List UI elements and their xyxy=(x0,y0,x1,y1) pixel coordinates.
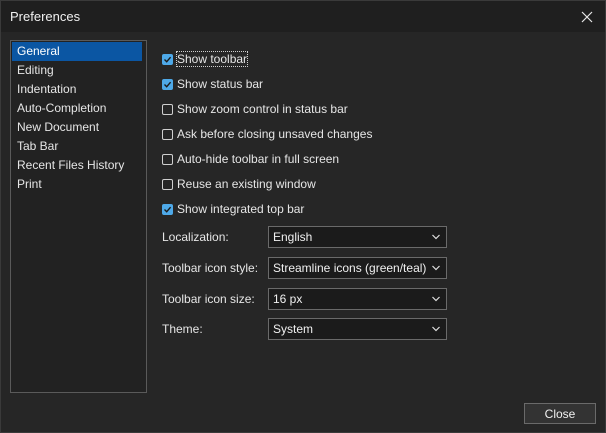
close-window-button[interactable] xyxy=(572,1,602,32)
sidebar-item-label: Indentation xyxy=(17,82,77,96)
sidebar-item-general[interactable]: General xyxy=(12,42,142,61)
show-integrated-top-bar-option[interactable]: Show integrated top bar xyxy=(162,199,304,219)
sidebar-item-label: General xyxy=(17,44,60,58)
toolbar-icon-style-value: Streamline icons (green/teal) xyxy=(273,261,427,275)
sidebar-item-recent-files-history[interactable]: Recent Files History xyxy=(11,156,146,175)
close-button[interactable]: Close xyxy=(524,403,596,424)
show-toolbar-checkbox[interactable] xyxy=(162,53,173,65)
chevron-down-icon xyxy=(432,296,440,302)
reuse-window-option[interactable]: Reuse an existing window xyxy=(162,174,316,194)
category-list[interactable]: General Editing Indentation Auto-Complet… xyxy=(10,40,147,393)
ask-before-closing-checkbox[interactable] xyxy=(162,128,173,140)
chevron-down-icon xyxy=(432,326,440,332)
sidebar-item-new-document[interactable]: New Document xyxy=(11,118,146,137)
theme-label: Theme: xyxy=(162,322,203,336)
localization-value: English xyxy=(273,230,313,244)
title-bar: Preferences xyxy=(1,1,605,32)
toolbar-icon-size-select[interactable]: 16 px xyxy=(268,288,447,310)
show-toolbar-option[interactable]: Show toolbar xyxy=(162,49,249,69)
sidebar-item-tab-bar[interactable]: Tab Bar xyxy=(11,137,146,156)
show-status-bar-checkbox[interactable] xyxy=(162,78,173,90)
show-toolbar-label[interactable]: Show toolbar xyxy=(175,51,249,67)
auto-hide-toolbar-checkbox[interactable] xyxy=(162,153,173,165)
show-zoom-control-option[interactable]: Show zoom control in status bar xyxy=(162,99,348,119)
auto-hide-toolbar-option[interactable]: Auto-hide toolbar in full screen xyxy=(162,149,339,169)
toolbar-icon-style-label: Toolbar icon style: xyxy=(162,261,259,275)
reuse-window-label[interactable]: Reuse an existing window xyxy=(177,177,316,191)
chevron-down-icon xyxy=(432,265,440,271)
sidebar-item-auto-completion[interactable]: Auto-Completion xyxy=(11,99,146,118)
auto-hide-toolbar-label[interactable]: Auto-hide toolbar in full screen xyxy=(177,152,339,166)
show-integrated-top-bar-checkbox[interactable] xyxy=(162,203,173,215)
show-zoom-control-checkbox[interactable] xyxy=(162,103,173,115)
reuse-window-checkbox[interactable] xyxy=(162,178,173,190)
ask-before-closing-label[interactable]: Ask before closing unsaved changes xyxy=(177,127,372,141)
toolbar-icon-size-value: 16 px xyxy=(273,292,303,306)
checkmark-icon xyxy=(164,206,172,213)
close-icon xyxy=(581,11,593,22)
sidebar-item-label: Print xyxy=(17,177,42,191)
toolbar-icon-style-select[interactable]: Streamline icons (green/teal) xyxy=(268,257,447,279)
localization-select[interactable]: English xyxy=(268,226,447,248)
show-zoom-control-label[interactable]: Show zoom control in status bar xyxy=(177,102,348,116)
checkmark-icon xyxy=(164,56,172,63)
show-integrated-top-bar-label[interactable]: Show integrated top bar xyxy=(177,202,304,216)
sidebar-item-label: Tab Bar xyxy=(17,139,59,153)
localization-label: Localization: xyxy=(162,230,229,244)
dialog-title: Preferences xyxy=(10,9,81,24)
sidebar-item-print[interactable]: Print xyxy=(11,175,146,194)
theme-select[interactable]: System xyxy=(268,318,447,340)
preferences-dialog: Preferences General Editing Indentation … xyxy=(0,0,606,433)
sidebar-item-label: Auto-Completion xyxy=(17,101,107,115)
sidebar-item-label: Editing xyxy=(17,63,54,77)
toolbar-icon-size-label: Toolbar icon size: xyxy=(162,292,255,306)
checkmark-icon xyxy=(164,81,172,88)
sidebar-item-editing[interactable]: Editing xyxy=(11,61,146,80)
sidebar-item-label: New Document xyxy=(17,120,100,134)
theme-value: System xyxy=(273,322,314,336)
show-status-bar-label[interactable]: Show status bar xyxy=(177,77,263,91)
ask-before-closing-option[interactable]: Ask before closing unsaved changes xyxy=(162,124,372,144)
sidebar-item-label: Recent Files History xyxy=(17,158,125,172)
sidebar-item-indentation[interactable]: Indentation xyxy=(11,80,146,99)
chevron-down-icon xyxy=(432,234,440,240)
show-status-bar-option[interactable]: Show status bar xyxy=(162,74,263,94)
